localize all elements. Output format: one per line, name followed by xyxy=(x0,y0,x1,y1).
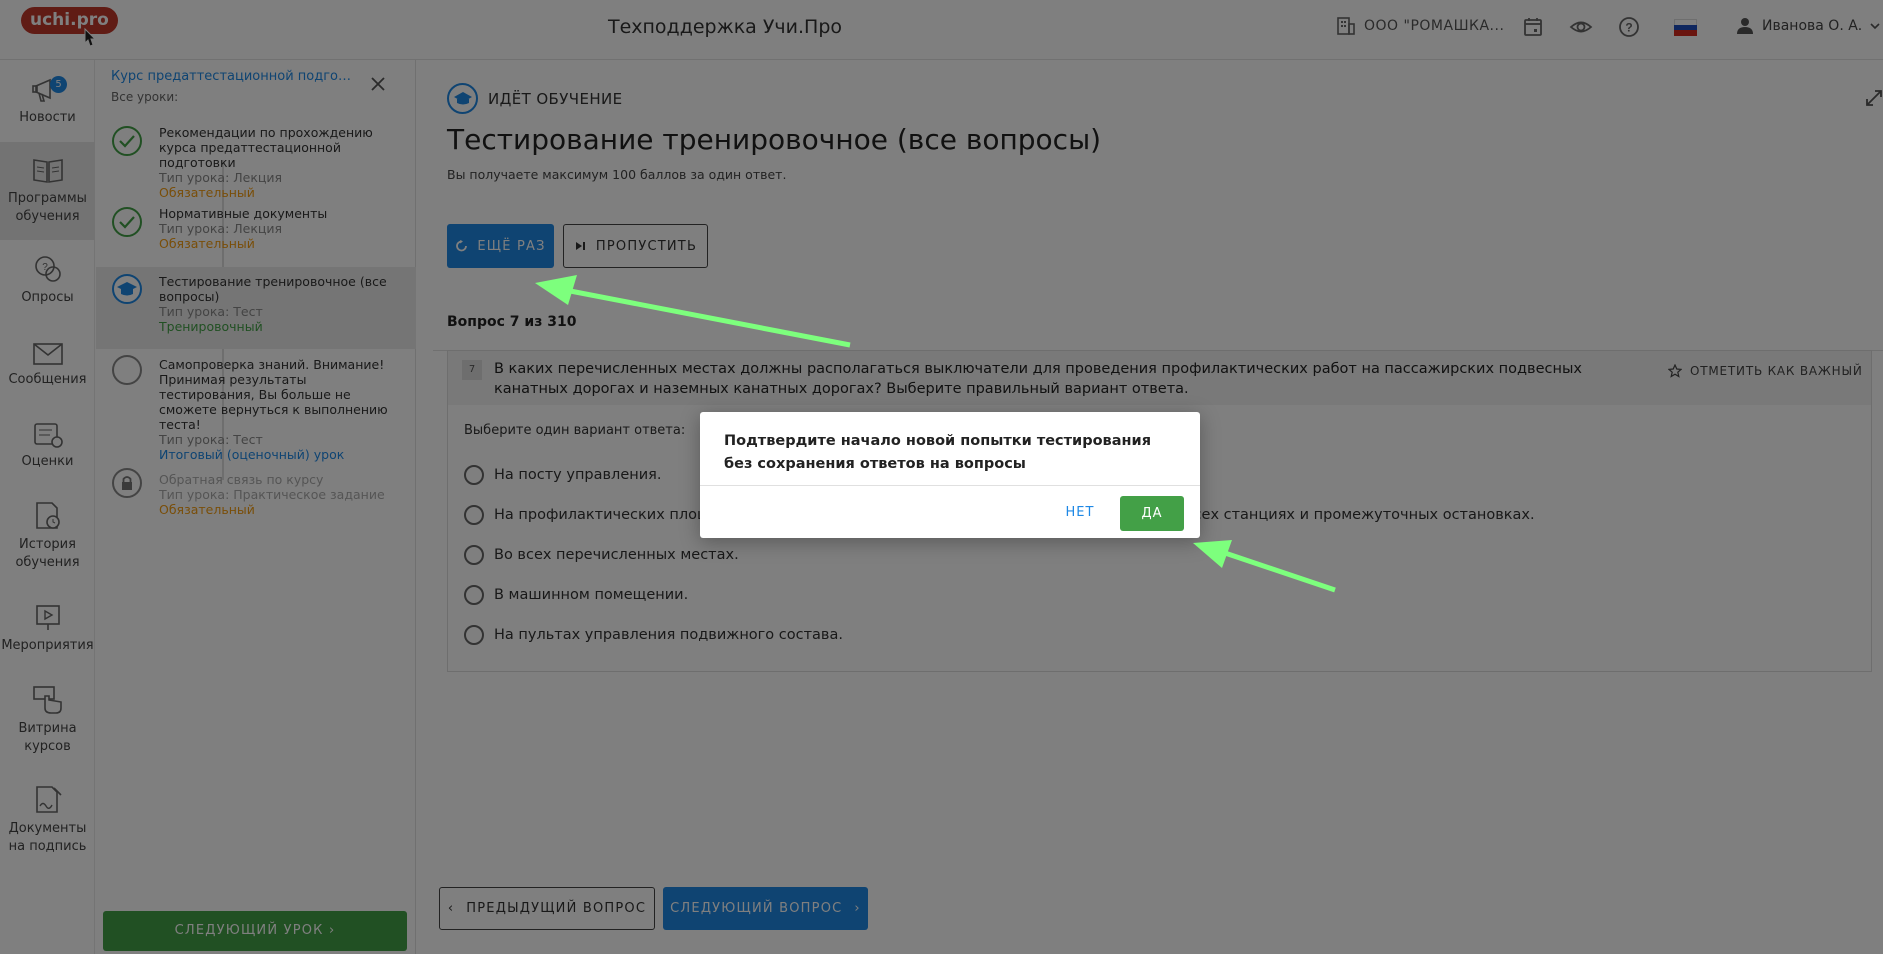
no-button[interactable]: НЕТ xyxy=(1058,496,1102,530)
dialog-message: Подтвердите начало новой попытки тестиро… xyxy=(724,433,1152,472)
yes-button[interactable]: ДА xyxy=(1120,496,1184,531)
confirm-dialog: Подтвердите начало новой попытки тестиро… xyxy=(700,412,1200,538)
dialog-divider xyxy=(700,485,1200,486)
